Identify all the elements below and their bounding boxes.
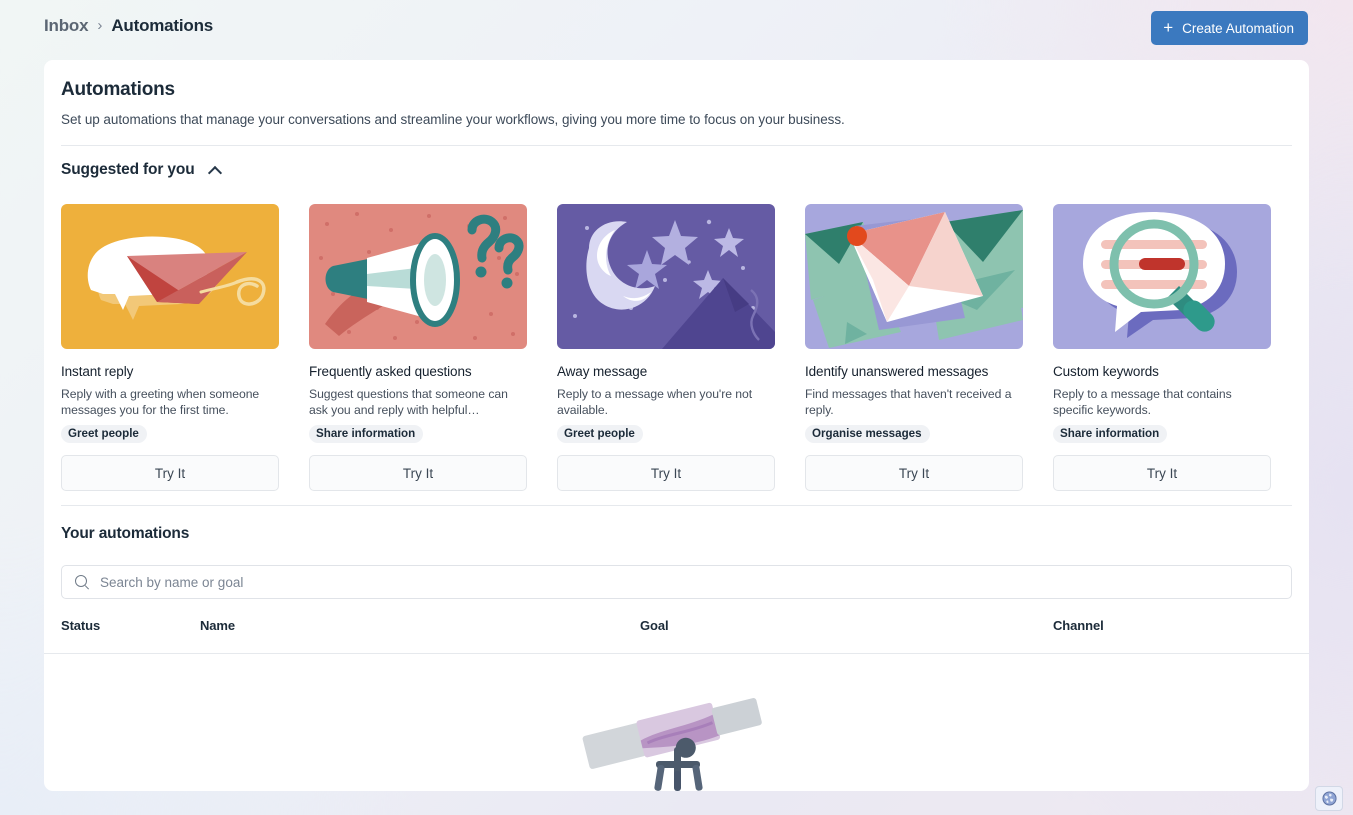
suggestion-card: Instant reply Reply with a greeting when… — [61, 204, 279, 491]
try-it-button[interactable]: Try It — [805, 455, 1023, 491]
card-title: Identify unanswered messages — [805, 364, 989, 379]
breadcrumb-item-inbox[interactable]: Inbox — [44, 16, 89, 36]
create-automation-label: Create Automation — [1182, 20, 1294, 36]
card-badge: Share information — [1053, 425, 1168, 443]
breadcrumb-item-automations: Automations — [111, 16, 214, 35]
search-icon — [74, 574, 90, 590]
divider — [61, 145, 1292, 146]
globe-icon — [1321, 791, 1337, 806]
globe-icon-button[interactable] — [1315, 786, 1343, 811]
card-badge: Share information — [309, 425, 424, 443]
page-subtitle: Set up automations that manage your conv… — [61, 112, 845, 127]
breadcrumb-separator-icon: › — [97, 16, 103, 34]
telescope-illustration — [554, 675, 804, 791]
automations-table-header: Status Name Goal Channel — [61, 618, 1292, 654]
card-title: Away message — [557, 364, 648, 379]
card-description: Find messages that haven't received a re… — [805, 387, 1012, 417]
card-badge: Greet people — [61, 425, 147, 443]
divider — [61, 505, 1292, 506]
chevron-up-icon[interactable] — [209, 166, 222, 175]
vertical-scrollbar-track[interactable] — [1292, 60, 1306, 791]
column-header-status: Status — [61, 618, 101, 633]
card-description: Reply to a message that contains specifi… — [1053, 387, 1232, 417]
divider — [44, 653, 1309, 654]
page-title: Automations — [61, 79, 175, 100]
suggested-section-header: Suggested for you — [61, 161, 222, 179]
create-automation-button[interactable]: + Create Automation — [1151, 11, 1308, 45]
breadcrumb: Inbox › Automations — [44, 16, 213, 36]
search-input[interactable] — [100, 574, 1207, 590]
suggestion-card: Identify unanswered messages Find messag… — [805, 204, 1023, 491]
instant-reply-illustration[interactable] — [61, 204, 279, 349]
away-message-night-illustration[interactable] — [557, 204, 775, 349]
try-it-button[interactable]: Try It — [557, 455, 775, 491]
faq-megaphone-illustration[interactable] — [309, 204, 527, 349]
suggested-cards-row: Instant reply Reply with a greeting when… — [61, 204, 1271, 491]
suggestion-card: Away message Reply to a message when you… — [557, 204, 775, 491]
card-title: Instant reply — [61, 364, 134, 379]
unanswered-envelopes-illustration[interactable] — [805, 204, 1023, 349]
your-automations-title: Your automations — [61, 525, 190, 542]
column-header-goal: Goal — [640, 618, 669, 633]
top-bar: Inbox › Automations + Create Automation — [0, 0, 1353, 60]
suggestion-card: Frequently asked questions Suggest quest… — [309, 204, 527, 491]
search-field[interactable] — [61, 565, 1292, 599]
card-description: Suggest questions that someone can ask y… — [309, 387, 508, 417]
suggested-section-title: Suggested for you — [61, 161, 195, 178]
column-header-name: Name — [200, 618, 236, 633]
try-it-button[interactable]: Try It — [1053, 455, 1271, 491]
custom-keywords-magnifier-illustration[interactable] — [1053, 204, 1271, 349]
card-description: Reply to a message when you're not avail… — [557, 387, 753, 417]
try-it-button[interactable]: Try It — [61, 455, 279, 491]
automations-panel-content: Automations Set up automations that mana… — [44, 60, 1309, 791]
try-it-button[interactable]: Try It — [309, 455, 527, 491]
card-title: Custom keywords — [1053, 364, 1159, 379]
column-header-channel: Channel — [1053, 618, 1104, 633]
card-title: Frequently asked questions — [309, 364, 472, 379]
card-description: Reply with a greeting when someone messa… — [61, 387, 260, 417]
card-badge: Organise messages — [805, 425, 930, 443]
suggestion-card: Custom keywords Reply to a message that … — [1053, 204, 1271, 491]
plus-icon: + — [1163, 17, 1174, 37]
automations-panel: Automations Set up automations that mana… — [44, 60, 1309, 791]
card-badge: Greet people — [557, 425, 643, 443]
